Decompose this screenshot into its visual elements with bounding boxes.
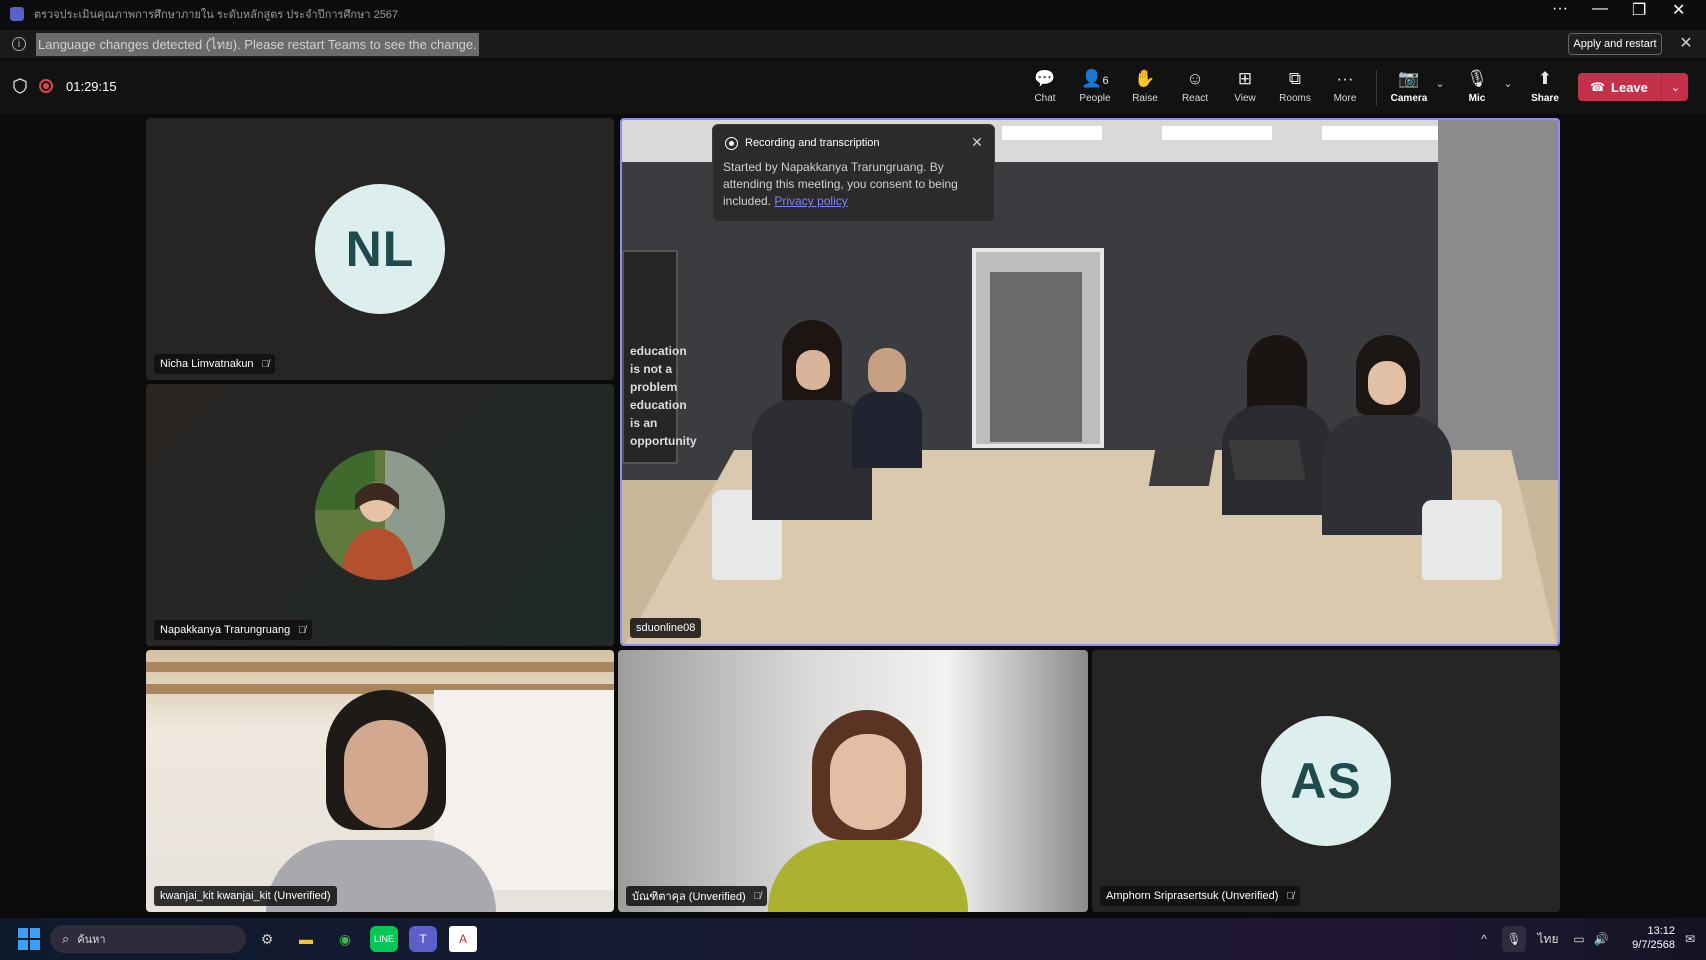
- leave-options-chevron-icon[interactable]: ⌄: [1661, 73, 1689, 101]
- chat-button[interactable]: 💬 Chat: [1022, 68, 1068, 108]
- notification-center-icon[interactable]: ✉: [1680, 926, 1700, 952]
- mic-options-chevron-icon[interactable]: ⌄: [1500, 74, 1516, 94]
- chat-icon: 💬: [1034, 69, 1056, 88]
- participant-tile-kwanjai[interactable]: kwanjai_kit kwanjai_kit (Unverified): [146, 650, 614, 912]
- window-title: ตรวจประเมินคุณภาพการศึกษาภายใน ระดับหลัก…: [34, 9, 399, 21]
- file-explorer-icon[interactable]: ▬: [292, 926, 320, 952]
- network-icon[interactable]: ▭: [1570, 926, 1588, 952]
- react-icon: ☺: [1186, 69, 1204, 88]
- participant-tile-thai-user[interactable]: บัณฑิตาคุล (Unverified) 🎙̸: [618, 650, 1088, 912]
- rooms-button[interactable]: ⧉ Rooms: [1272, 68, 1318, 108]
- recording-icon: [725, 137, 738, 150]
- meeting-timer: 01:29:15: [66, 79, 117, 94]
- recording-popup-title: Recording and transcription: [745, 137, 880, 149]
- mic-off-icon: 🎙: [1466, 69, 1488, 88]
- volume-icon[interactable]: 🔊: [1592, 926, 1610, 952]
- raise-hand-button[interactable]: ✋ Raise: [1122, 68, 1168, 108]
- window-maximize-button[interactable]: ❐: [1632, 0, 1662, 20]
- participant-name-tag: Amphorn Sriprasertsuk (Unverified) 🎙̸: [1100, 886, 1300, 906]
- mic-button[interactable]: 🎙 Mic: [1454, 68, 1500, 108]
- share-button[interactable]: ⬆ Share: [1522, 68, 1568, 108]
- participant-tile-napakkanya[interactable]: Napakkanya Trarungruang 🎙̸: [146, 384, 614, 646]
- mic-muted-icon: 🎙̸: [261, 358, 270, 370]
- notification-bar: i Language changes detected (ไทย). Pleas…: [0, 30, 1706, 58]
- participant-name-tag: Napakkanya Trarungruang 🎙̸: [154, 620, 312, 640]
- rooms-icon: ⧉: [1288, 69, 1302, 88]
- view-icon: ⊞: [1237, 69, 1253, 88]
- mic-muted-icon: 🎙̸: [753, 890, 762, 902]
- window-close-button[interactable]: ✕: [1672, 0, 1702, 20]
- more-button[interactable]: ··· More: [1322, 68, 1368, 108]
- participant-name-tag: sduonline08: [630, 618, 702, 638]
- window-minimize-button[interactable]: —: [1592, 0, 1622, 18]
- participant-tile-amphorn[interactable]: AS Amphorn Sriprasertsuk (Unverified) 🎙̸: [1092, 650, 1560, 912]
- info-icon: i: [12, 37, 26, 51]
- tray-overflow-chevron-icon[interactable]: ^: [1476, 926, 1492, 952]
- mic-muted-icon: 🎙̸: [1286, 890, 1294, 902]
- profile-photo-avatar: [315, 450, 445, 580]
- windows-start-icon[interactable]: [18, 928, 40, 950]
- taskbar-clock[interactable]: 13:12 9/7/2568: [1615, 924, 1675, 952]
- acrobat-reader-icon[interactable]: A: [449, 926, 477, 952]
- people-icon: 👤: [1081, 69, 1103, 88]
- avatar-nl: NL: [315, 184, 445, 314]
- view-button[interactable]: ⊞ View: [1222, 68, 1268, 108]
- window-more-icon[interactable]: ···: [1552, 0, 1582, 18]
- shield-icon[interactable]: [12, 78, 28, 94]
- chrome-icon[interactable]: ◉: [331, 926, 359, 952]
- tray-language[interactable]: ไทย: [1536, 926, 1560, 952]
- search-icon: ⌕: [62, 931, 70, 946]
- camera-options-chevron-icon[interactable]: ⌄: [1432, 74, 1448, 94]
- more-icon: ···: [1336, 69, 1354, 88]
- leave-button[interactable]: ☎ Leave: [1578, 73, 1660, 101]
- room-door: [972, 248, 1104, 448]
- notification-close-icon[interactable]: ✕: [1676, 32, 1696, 56]
- meeting-toolbar: [0, 60, 1706, 114]
- participant-name-tag: kwanjai_kit kwanjai_kit (Unverified): [154, 886, 337, 906]
- line-app-icon[interactable]: LINE: [370, 926, 398, 952]
- camera-button[interactable]: 📷 Camera: [1386, 68, 1432, 108]
- teams-app-icon[interactable]: T: [409, 926, 437, 952]
- window-title-bar: ตรวจประเมินคุณภาพการศึกษาภายใน ระดับหลัก…: [0, 0, 1706, 28]
- people-count: 6: [1102, 75, 1109, 87]
- room-person-2: [852, 348, 922, 468]
- language-change-message: Language changes detected (ไทย). Please …: [36, 32, 479, 56]
- avatar-as: AS: [1261, 716, 1391, 846]
- recording-indicator-icon: [39, 79, 53, 93]
- apply-and-restart-button[interactable]: Apply and restart: [1568, 33, 1662, 55]
- settings-app-icon[interactable]: ⚙: [253, 926, 281, 952]
- raise-hand-icon: ✋: [1134, 69, 1156, 88]
- camera-off-icon: 📷: [1398, 69, 1420, 88]
- participant-video-person: [266, 690, 496, 912]
- tray-mic-muted-icon[interactable]: 🎙: [1502, 926, 1526, 952]
- recording-popup-close-icon[interactable]: ✕: [968, 133, 986, 151]
- participant-tile-nicha[interactable]: NL Nicha Limvatnakun 🎙̸: [146, 118, 614, 380]
- recording-notification-popup: Recording and transcription ✕ Started by…: [712, 124, 995, 222]
- react-button[interactable]: ☺ React: [1172, 68, 1218, 108]
- toolbar-divider: [1376, 70, 1377, 106]
- phone-hangup-icon: ☎: [1590, 80, 1606, 94]
- privacy-policy-link[interactable]: Privacy policy: [774, 194, 847, 208]
- room-person-3: [1222, 335, 1332, 515]
- mic-muted-icon: 🎙̸: [298, 624, 306, 636]
- participant-name-tag: Nicha Limvatnakun 🎙̸: [154, 354, 276, 374]
- participant-name-tag: บัณฑิตาคุล (Unverified) 🎙̸: [626, 886, 768, 906]
- participant-video-person: [768, 710, 968, 912]
- people-button[interactable]: 👤6 People: [1072, 68, 1118, 108]
- taskbar-search-box[interactable]: ⌕ ค้นหา: [50, 925, 246, 953]
- wall-signage: education is not a problem education is …: [622, 250, 697, 464]
- teams-app-icon: [10, 7, 24, 21]
- leave-button-group: ☎ Leave ⌄: [1578, 73, 1688, 101]
- share-icon: ⬆: [1537, 69, 1553, 88]
